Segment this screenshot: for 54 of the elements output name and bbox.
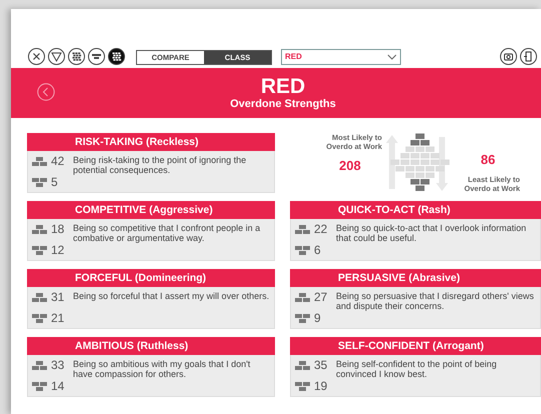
legend-count: 208 [339, 157, 361, 175]
card-title: AMBITIOUS (Ruthless) [27, 337, 275, 355]
card-description: Being self-confident to the point of being convinced I know best. [336, 358, 498, 381]
card-title: FORCEFUL (Domineering) [27, 269, 275, 287]
card-title: QUICK-TO-ACT (Rash) [290, 201, 541, 219]
bricks-icon[interactable] [88, 48, 105, 65]
count: 42 [51, 154, 64, 168]
card-title: PERSUASIVE (Abrasive) [290, 269, 541, 287]
count: 14 [51, 379, 64, 393]
count: 12 [51, 243, 64, 257]
most-likely-icon [32, 360, 47, 370]
page-title: RED [260, 76, 306, 98]
card-description: Being so competitive that I confront people in a combative or argumentative way. [73, 222, 262, 245]
count: 21 [51, 311, 64, 325]
count: 27 [314, 290, 328, 304]
grid-icon[interactable] [68, 48, 85, 65]
least-likely-icon [32, 246, 47, 254]
page-subtitle: Overdone Strengths [230, 98, 336, 110]
count: 9 [314, 311, 321, 325]
least-likely-icon [32, 382, 47, 390]
count: 5 [51, 175, 58, 189]
least-likely-icon [32, 314, 47, 322]
legend-count: 86 [480, 150, 496, 168]
class-dropdown[interactable]: RED [281, 49, 401, 65]
count: 18 [51, 222, 64, 236]
least-likely-icon [295, 382, 310, 390]
most-likely-icon [32, 156, 47, 166]
count: 35 [314, 358, 328, 372]
card-description: Being risk-taking to the point of ignoring the potential consequences. [73, 154, 248, 177]
card-title: COMPETITIVE (Aggressive) [27, 201, 275, 219]
grid-icon[interactable] [108, 48, 125, 65]
least-likely-icon [295, 314, 310, 322]
chevron-down-icon [387, 54, 397, 60]
count: 6 [314, 243, 321, 257]
camera-icon[interactable] [500, 48, 517, 65]
most-likely-icon [295, 292, 310, 302]
card-description: Being so forceful that I assert my will over others. [73, 290, 270, 303]
most-likely-icon [295, 360, 310, 370]
card-title: RISK-TAKING (Reckless) [27, 133, 275, 151]
count: 33 [51, 358, 64, 372]
most-likely-icon [295, 224, 310, 234]
count: 22 [314, 222, 328, 236]
least-likely-icon [32, 178, 47, 186]
card-title: SELF-CONFIDENT (Arrogant) [290, 337, 541, 355]
expand-icon[interactable] [28, 48, 45, 65]
card-description: Being so ambitious with my goals that I don't have compassion for others. [73, 358, 252, 381]
card-description: Being so quick-to-act that I overlook information that could be useful. [336, 222, 528, 245]
least-likely-icon [295, 246, 310, 254]
count: 19 [314, 379, 328, 393]
most-likely-icon [32, 224, 47, 234]
card-description: Being so persuasive that I disregard others' views and dispute their concerns. [336, 290, 535, 313]
most-likely-icon [32, 292, 47, 302]
exit-door-icon[interactable] [520, 48, 537, 65]
count: 31 [51, 290, 64, 304]
